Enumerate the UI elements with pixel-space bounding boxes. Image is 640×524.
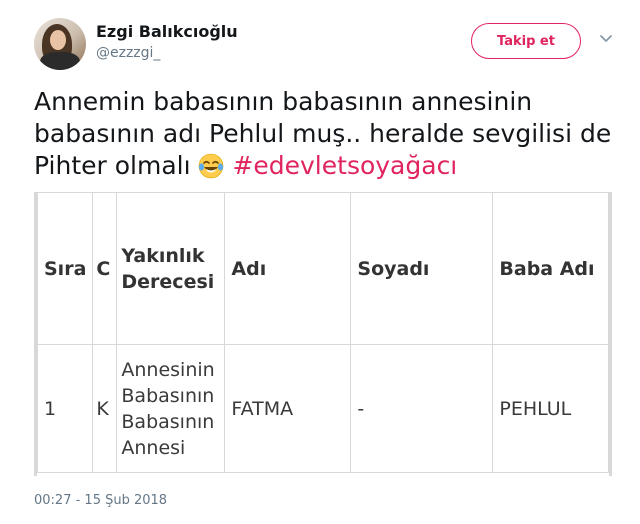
header-adi: Adı <box>224 192 352 345</box>
user-handle[interactable]: @ezzzgi_ <box>96 45 160 61</box>
tweet-media-table[interactable]: Sıra C Yakınlık Derecesi Adı Soyadı Baba… <box>34 192 612 476</box>
tweet-header: Ezgi Balıkcıoğlu @ezzzgi_ Takip et <box>34 18 624 70</box>
hashtag-link[interactable]: #edevletsoyağacı <box>232 151 457 180</box>
tweet-text: Annemin babasının babasının annesinin ba… <box>34 86 624 182</box>
tweet-text-line: Annemin babasının babasının annesinin <box>34 87 533 116</box>
header-baba-adi: Baba Adı <box>492 192 609 345</box>
tweet-text-fragment: Pihter olmalı <box>34 151 191 180</box>
header-soyadi: Soyadı <box>350 192 494 345</box>
cell-baba-adi: PEHLUL <box>492 344 609 473</box>
table-header-row: Sıra C Yakınlık Derecesi Adı Soyadı Baba… <box>37 192 609 345</box>
cell-yakinlik-line: Annesinin <box>121 358 215 381</box>
avatar[interactable] <box>34 18 86 70</box>
follow-button[interactable]: Takip et <box>471 23 581 59</box>
header-yakinlik-line: Yakınlık <box>121 244 205 267</box>
header-c: C <box>92 192 118 345</box>
tweet-text-line: Pihter olmalı #edevletsoyağacı <box>34 150 624 182</box>
face-with-tears-of-joy-icon <box>199 153 224 179</box>
cell-soyadi: - <box>350 344 494 473</box>
tweet-timestamp[interactable]: 00:27 - 15 Şub 2018 <box>34 493 167 508</box>
cell-c: K <box>92 344 118 473</box>
header-yakinlik: Yakınlık Derecesi <box>116 192 226 345</box>
tweet-text-line: babasının adı Pehlul muş.. heralde sevgi… <box>34 119 612 148</box>
header-sira: Sıra <box>37 192 94 345</box>
genealogy-table: Sıra C Yakınlık Derecesi Adı Soyadı Baba… <box>37 192 609 473</box>
cell-adi: FATMA <box>224 344 352 473</box>
cell-yakinlik-line: Babasının <box>121 410 215 433</box>
cell-yakinlik: Annesinin Babasının Babasının Annesi <box>116 344 226 473</box>
cell-sira: 1 <box>37 344 94 473</box>
header-yakinlik-line: Derecesi <box>121 270 215 293</box>
cell-yakinlik-line: Annesi <box>121 436 186 459</box>
chevron-down-icon[interactable] <box>598 30 614 46</box>
table-row: 1 K Annesinin Babasının Babasının Annesi… <box>37 344 609 473</box>
cell-yakinlik-line: Babasının <box>121 384 215 407</box>
display-name[interactable]: Ezgi Balıkcıoğlu <box>96 22 238 41</box>
